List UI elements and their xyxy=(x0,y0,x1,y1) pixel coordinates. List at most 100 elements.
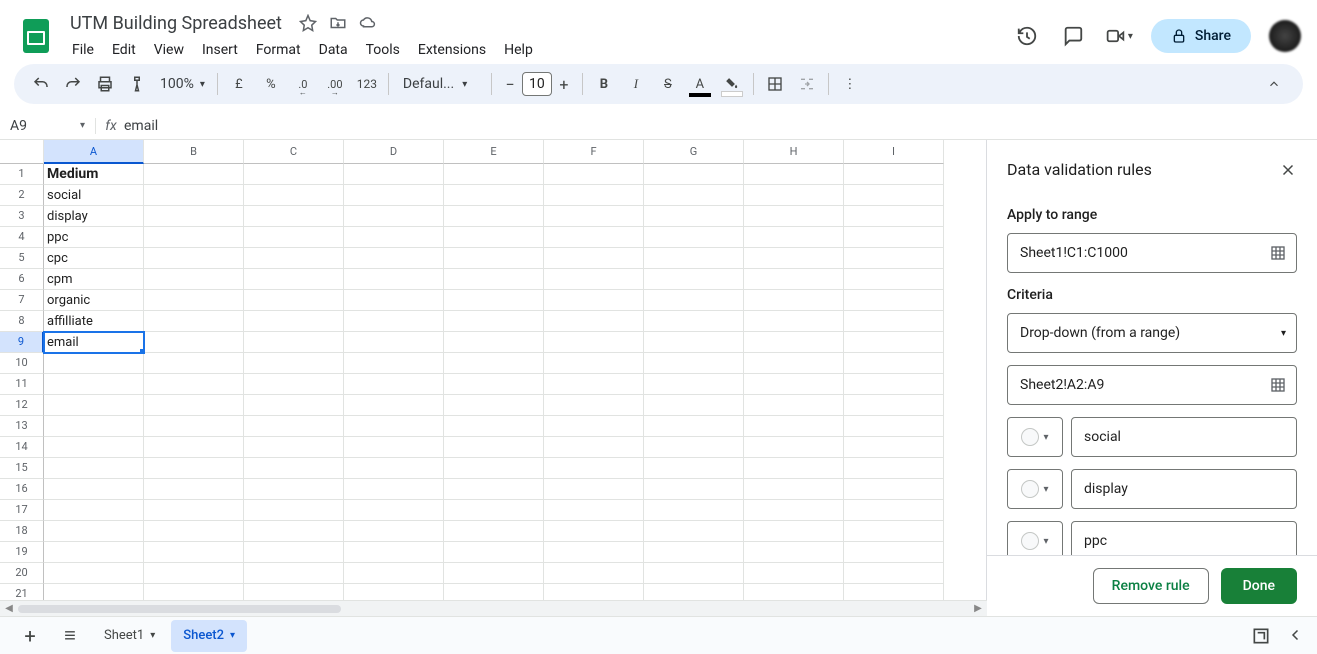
column-header[interactable]: F xyxy=(544,140,644,164)
cell[interactable] xyxy=(144,479,244,500)
cell[interactable] xyxy=(144,416,244,437)
cell[interactable] xyxy=(244,542,344,563)
column-header[interactable]: G xyxy=(644,140,744,164)
cell[interactable] xyxy=(244,479,344,500)
cell[interactable] xyxy=(244,290,344,311)
cell[interactable] xyxy=(544,500,644,521)
cell[interactable] xyxy=(244,206,344,227)
strikethrough-button[interactable]: S xyxy=(653,69,683,99)
row-header[interactable]: 18 xyxy=(0,521,44,542)
cell[interactable] xyxy=(344,437,444,458)
print-button[interactable] xyxy=(90,69,120,99)
cell[interactable]: ppc xyxy=(44,227,144,248)
cell[interactable] xyxy=(444,311,544,332)
select-all-corner[interactable] xyxy=(0,140,44,164)
italic-button[interactable]: I xyxy=(621,69,651,99)
add-sheet-button[interactable]: + xyxy=(12,621,48,651)
column-header[interactable]: C xyxy=(244,140,344,164)
cell[interactable] xyxy=(544,479,644,500)
formula-input[interactable]: email xyxy=(120,118,1317,134)
cell[interactable] xyxy=(644,437,744,458)
currency-button[interactable]: £ xyxy=(224,69,254,99)
cell[interactable] xyxy=(544,227,644,248)
cell[interactable] xyxy=(744,206,844,227)
cell[interactable] xyxy=(144,395,244,416)
row-header[interactable]: 12 xyxy=(0,395,44,416)
grid[interactable]: ABCDEFGHI 1Medium2social3display4ppc5cpc… xyxy=(0,140,987,616)
cell[interactable] xyxy=(544,248,644,269)
cell[interactable] xyxy=(344,563,444,584)
select-range-icon[interactable] xyxy=(1264,377,1292,393)
history-icon[interactable] xyxy=(1013,22,1041,50)
cell[interactable] xyxy=(244,437,344,458)
cell[interactable] xyxy=(144,542,244,563)
column-header[interactable]: D xyxy=(344,140,444,164)
cell[interactable] xyxy=(644,563,744,584)
cell[interactable] xyxy=(844,353,944,374)
cell[interactable] xyxy=(344,227,444,248)
bold-button[interactable]: B xyxy=(589,69,619,99)
tab-sheet1[interactable]: Sheet1▾ xyxy=(92,620,167,652)
cell[interactable] xyxy=(244,521,344,542)
cell[interactable] xyxy=(444,479,544,500)
cell[interactable] xyxy=(444,458,544,479)
cell[interactable] xyxy=(244,227,344,248)
column-header[interactable]: A xyxy=(44,140,144,164)
row-header[interactable]: 5 xyxy=(0,248,44,269)
explore-icon[interactable] xyxy=(1251,626,1271,646)
cell[interactable] xyxy=(344,374,444,395)
share-button[interactable]: Share xyxy=(1151,19,1251,53)
cell[interactable] xyxy=(744,500,844,521)
more-toolbar-button[interactable]: ⋮ xyxy=(835,69,865,99)
horizontal-scrollbar[interactable]: ◀ ▶ xyxy=(0,600,987,616)
remove-rule-button[interactable]: Remove rule xyxy=(1093,568,1209,604)
column-header[interactable]: E xyxy=(444,140,544,164)
cell[interactable] xyxy=(44,395,144,416)
cell[interactable] xyxy=(244,332,344,353)
cell[interactable] xyxy=(544,374,644,395)
cell[interactable] xyxy=(844,458,944,479)
account-avatar[interactable] xyxy=(1269,20,1301,52)
cell[interactable] xyxy=(444,563,544,584)
cell[interactable] xyxy=(44,521,144,542)
cell[interactable] xyxy=(144,227,244,248)
cell[interactable] xyxy=(344,311,444,332)
cell[interactable] xyxy=(244,395,344,416)
cell[interactable] xyxy=(844,290,944,311)
cell[interactable] xyxy=(544,458,644,479)
cell[interactable] xyxy=(344,479,444,500)
cell[interactable] xyxy=(644,500,744,521)
cell[interactable] xyxy=(144,164,244,185)
cell[interactable] xyxy=(44,458,144,479)
cell[interactable] xyxy=(644,185,744,206)
row-header[interactable]: 14 xyxy=(0,437,44,458)
criteria-range-input[interactable] xyxy=(1007,365,1297,405)
font-size-input[interactable] xyxy=(522,72,552,96)
tab-sheet2[interactable]: Sheet2▾ xyxy=(171,620,247,652)
option-value[interactable]: social xyxy=(1071,417,1297,457)
row-header[interactable]: 4 xyxy=(0,227,44,248)
cell[interactable] xyxy=(644,374,744,395)
cell[interactable] xyxy=(144,458,244,479)
apply-range-input[interactable] xyxy=(1007,233,1297,273)
row-header[interactable]: 16 xyxy=(0,479,44,500)
row-header[interactable]: 10 xyxy=(0,353,44,374)
cell[interactable] xyxy=(744,563,844,584)
cell[interactable] xyxy=(744,458,844,479)
cell[interactable] xyxy=(444,521,544,542)
cell[interactable] xyxy=(144,248,244,269)
cell[interactable] xyxy=(844,311,944,332)
cell[interactable] xyxy=(144,269,244,290)
cell[interactable] xyxy=(844,227,944,248)
fill-color-button[interactable] xyxy=(717,69,747,99)
cell[interactable] xyxy=(244,563,344,584)
cell[interactable] xyxy=(744,374,844,395)
cell[interactable] xyxy=(544,563,644,584)
collapse-toolbar-button[interactable] xyxy=(1259,69,1289,99)
cell[interactable] xyxy=(344,353,444,374)
cell[interactable] xyxy=(244,416,344,437)
cell[interactable]: social xyxy=(44,185,144,206)
menu-edit[interactable]: Edit xyxy=(104,38,144,62)
cell[interactable] xyxy=(44,374,144,395)
cell[interactable] xyxy=(444,248,544,269)
